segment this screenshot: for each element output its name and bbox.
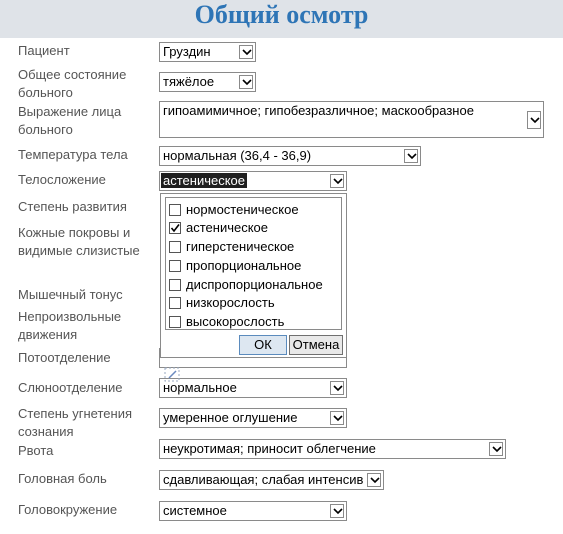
- salivation-combo[interactable]: нормальное: [159, 378, 347, 398]
- build-combo[interactable]: астеническое: [159, 171, 347, 191]
- build-dropdown-popup: нормостеническое астеническое гиперстени…: [160, 193, 347, 358]
- build-value: астеническое: [161, 173, 248, 188]
- option-label: высокорослость: [186, 314, 285, 329]
- checkbox[interactable]: [169, 297, 181, 309]
- checkbox[interactable]: [169, 241, 181, 253]
- cancel-button[interactable]: Отмена: [289, 335, 343, 355]
- vomiting-value: неукротимая; приносит облегчение: [163, 441, 376, 456]
- option-label: астеническое: [186, 220, 269, 235]
- label-muscle-tone: Мышечный тонус: [18, 287, 123, 302]
- chevron-down-icon[interactable]: [330, 381, 344, 395]
- checkbox-checked[interactable]: [169, 222, 181, 234]
- temperature-combo[interactable]: нормальная (36,4 - 36,9): [159, 146, 421, 166]
- consciousness-combo[interactable]: умеренное оглушение: [159, 408, 347, 428]
- label-sweating: Потоотделение: [18, 350, 111, 365]
- label-consciousness: Степень угнетения сознания: [18, 406, 132, 439]
- option-label: диспропорциональное: [186, 277, 323, 292]
- label-vomiting: Рвота: [18, 443, 54, 458]
- headache-combo[interactable]: сдавливающая; слабая интенсив: [159, 470, 384, 490]
- dizziness-value: системное: [163, 503, 227, 518]
- ok-button[interactable]: ОК: [239, 335, 287, 355]
- option-hypersthenic[interactable]: гиперстеническое: [169, 238, 339, 256]
- option-proportional[interactable]: пропорциональное: [169, 257, 339, 275]
- chevron-down-icon[interactable]: [239, 75, 253, 89]
- checkbox[interactable]: [169, 260, 181, 272]
- checkbox[interactable]: [169, 279, 181, 291]
- option-tall-stature[interactable]: высокорослость: [169, 313, 339, 331]
- chevron-down-icon[interactable]: [527, 111, 541, 129]
- option-label: гиперстеническое: [186, 239, 295, 254]
- option-normosthenic[interactable]: нормостеническое: [169, 201, 339, 219]
- edit-list-icon[interactable]: [163, 366, 183, 384]
- label-facial-expression: Выражение лица больного: [18, 104, 122, 137]
- label-dizziness: Головокружение: [18, 502, 118, 517]
- build-options-list: нормостеническое астеническое гиперстени…: [165, 197, 342, 330]
- chevron-down-icon[interactable]: [330, 504, 344, 518]
- option-label: нормостеническое: [186, 202, 299, 217]
- label-involuntary-movements: Непроизвольные движения: [18, 309, 122, 342]
- label-headache: Головная боль: [18, 471, 107, 486]
- consciousness-value: умеренное оглушение: [163, 410, 298, 425]
- general-state-value: тяжёлое: [163, 74, 215, 89]
- label-general-state: Общее состояние больного: [18, 67, 127, 100]
- facial-expression-value: гипоамимичное; гипобезразличное; маскооб…: [163, 103, 474, 118]
- general-state-combo[interactable]: тяжёлое: [159, 72, 256, 92]
- chevron-down-icon[interactable]: [489, 442, 503, 456]
- label-development: Степень развития: [18, 199, 127, 214]
- option-asthenic[interactable]: астеническое: [169, 219, 339, 237]
- patient-value: Груздин: [163, 44, 211, 59]
- option-label: пропорциональное: [186, 258, 302, 273]
- option-short-stature[interactable]: низкорослость: [169, 294, 339, 312]
- label-patient: Пациент: [18, 43, 70, 58]
- chevron-down-icon[interactable]: [239, 45, 253, 59]
- chevron-down-icon[interactable]: [330, 411, 344, 425]
- vomiting-combo[interactable]: неукротимая; приносит облегчение: [159, 439, 506, 459]
- page-title: Общий осмотр: [194, 0, 369, 29]
- patient-combo[interactable]: Груздин: [159, 42, 256, 62]
- dizziness-combo[interactable]: системное: [159, 501, 347, 521]
- label-temperature: Температура тела: [18, 147, 128, 162]
- label-skin: Кожные покровы и видимые слизистые: [18, 225, 140, 258]
- chevron-down-icon[interactable]: [330, 174, 344, 188]
- option-label: низкорослость: [186, 295, 275, 310]
- headache-value: сдавливающая; слабая интенсив: [163, 472, 364, 487]
- label-salivation: Слюноотделение: [18, 380, 123, 395]
- chevron-down-icon[interactable]: [404, 149, 418, 163]
- label-build: Телосложение: [18, 172, 106, 187]
- facial-expression-combo[interactable]: гипоамимичное; гипобезразличное; маскооб…: [159, 101, 544, 138]
- checkbox[interactable]: [169, 316, 181, 328]
- option-disproportional[interactable]: диспропорциональное: [169, 276, 339, 294]
- chevron-down-icon[interactable]: [367, 473, 381, 487]
- checkbox[interactable]: [169, 204, 181, 216]
- temperature-value: нормальная (36,4 - 36,9): [163, 148, 312, 163]
